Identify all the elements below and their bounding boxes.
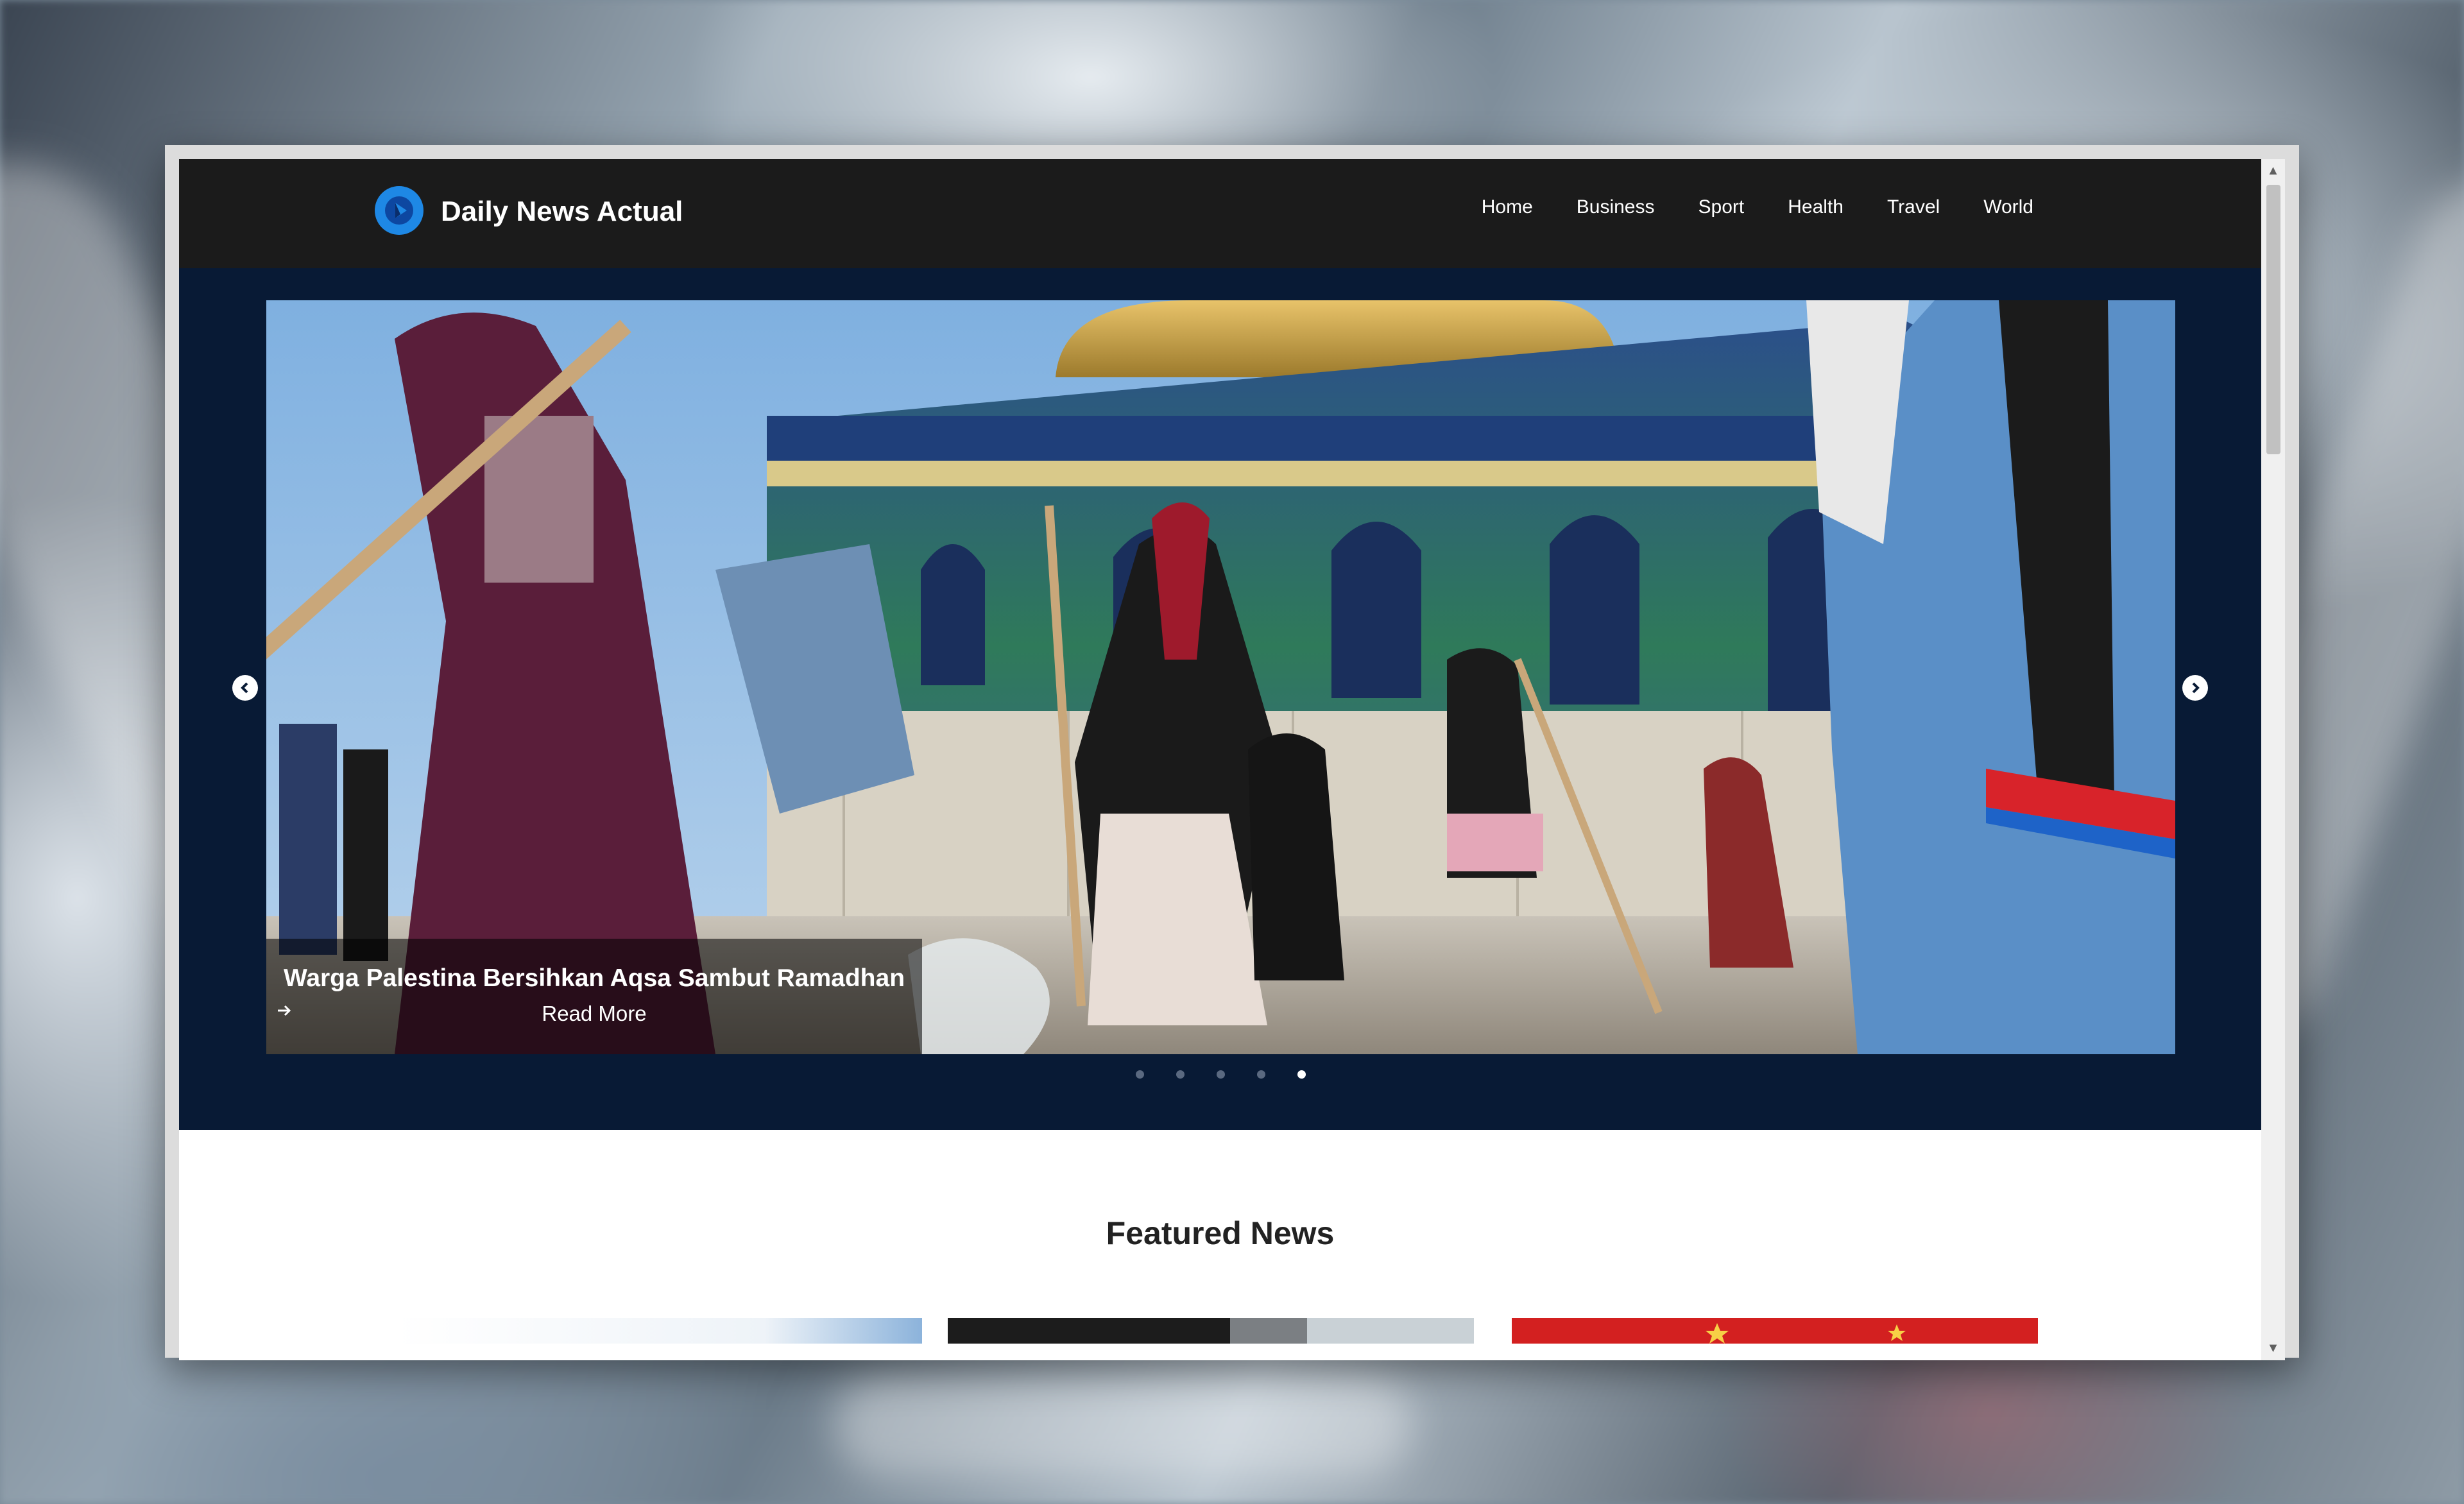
slide-caption: Warga Palestina Bersihkan Aqsa Sambut Ra… xyxy=(266,939,922,1054)
featured-card-2[interactable] xyxy=(948,1318,1474,1344)
nav-travel[interactable]: Travel xyxy=(1887,196,1940,218)
read-more-label: Read More xyxy=(542,1002,647,1025)
featured-news-heading: Featured News xyxy=(1106,1215,1335,1251)
background-blur-shape xyxy=(834,1373,1412,1476)
slide-headline[interactable]: Warga Palestina Bersihkan Aqsa Sambut Ra… xyxy=(266,964,922,993)
scroll-down-icon[interactable]: ▼ xyxy=(2261,1337,2285,1360)
carousel-prev-button[interactable] xyxy=(232,675,258,701)
chevron-right-icon xyxy=(2192,682,2200,694)
featured-card-3[interactable] xyxy=(1512,1318,2038,1344)
vertical-scrollbar[interactable]: ▲ ▼ xyxy=(2261,159,2285,1360)
arrow-right-icon xyxy=(278,1005,291,1016)
play-logo-icon xyxy=(385,196,413,225)
nav-sport[interactable]: Sport xyxy=(1698,196,1745,218)
site-header: Daily News Actual Home Business Sport He… xyxy=(179,159,2261,268)
nav-world[interactable]: World xyxy=(1983,196,2033,218)
page-viewport: Daily News Actual Home Business Sport He… xyxy=(179,159,2261,1360)
carousel-dot-4[interactable] xyxy=(1257,1070,1265,1079)
site-title[interactable]: Daily News Actual xyxy=(441,196,683,228)
scroll-up-icon[interactable]: ▲ xyxy=(2261,159,2285,183)
featured-card-image xyxy=(1512,1318,2038,1344)
carousel-dot-3[interactable] xyxy=(1217,1070,1225,1079)
nav-business[interactable]: Business xyxy=(1577,196,1655,218)
carousel-dot-2[interactable] xyxy=(1176,1070,1185,1079)
logo-icon[interactable] xyxy=(375,186,424,235)
browser-window: Daily News Actual Home Business Sport He… xyxy=(165,145,2299,1360)
nav-home[interactable]: Home xyxy=(1482,196,1533,218)
carousel-next-button[interactable] xyxy=(2182,675,2208,701)
nav-health[interactable]: Health xyxy=(1788,196,1844,218)
carousel-indicators xyxy=(179,1070,2261,1079)
featured-card-image xyxy=(396,1318,922,1344)
carousel-dot-1[interactable] xyxy=(1136,1070,1144,1079)
carousel-dot-5[interactable] xyxy=(1297,1070,1306,1079)
carousel-slide-image[interactable]: Warga Palestina Bersihkan Aqsa Sambut Ra… xyxy=(266,300,2175,1054)
scrollbar-thumb[interactable] xyxy=(2266,185,2280,454)
chevron-left-icon xyxy=(241,682,248,694)
main-nav: Home Business Sport Health Travel World xyxy=(1482,196,2033,218)
featured-card-image xyxy=(948,1318,1474,1344)
hero-carousel: Warga Palestina Bersihkan Aqsa Sambut Ra… xyxy=(179,268,2261,1130)
read-more-link[interactable]: Read More xyxy=(266,1002,922,1026)
featured-card-1[interactable] xyxy=(396,1318,922,1344)
